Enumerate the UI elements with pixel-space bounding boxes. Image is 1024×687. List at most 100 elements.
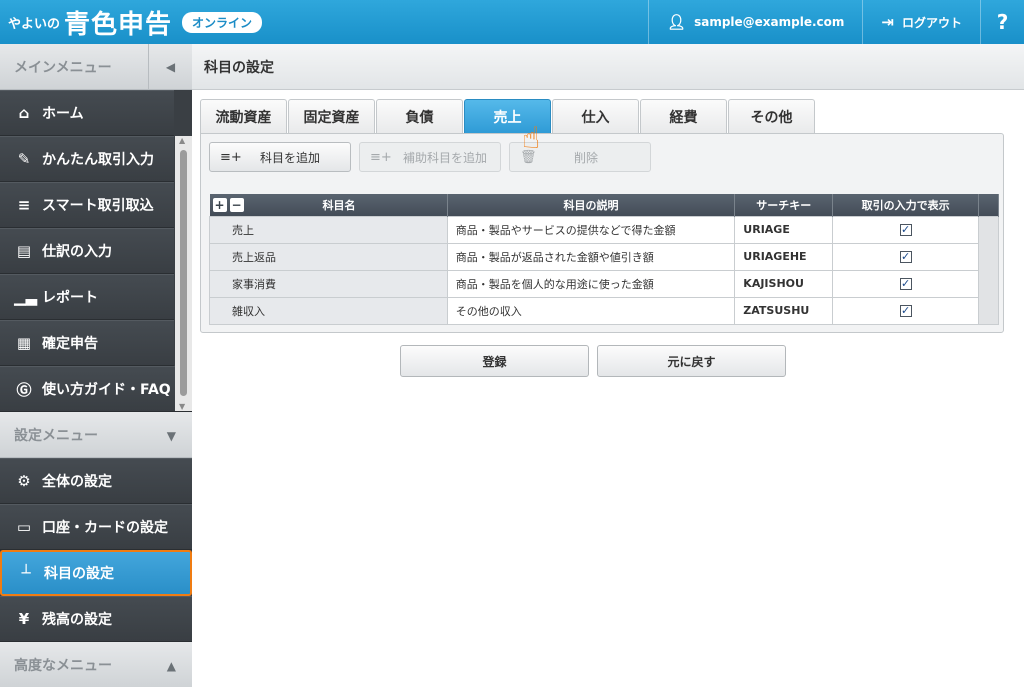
nav-label: 科目の設定: [44, 566, 114, 582]
account-category-tabs: 流動資産 固定資産 負債 売上 仕入 経費 その他: [200, 99, 816, 133]
add-account-button[interactable]: ≡+ 科目を追加: [209, 142, 351, 172]
expand-all-icon[interactable]: +: [212, 197, 227, 212]
nav-account-item-settings[interactable]: ┴ 科目の設定: [0, 550, 192, 596]
sidebar: メインメニュー ◀ ⌂ ホーム ✎ かんたん取引入力 ≡ スマート取引取込 ▤ …: [0, 44, 192, 687]
chevron-down-icon: ▼: [166, 429, 176, 443]
sidebar-scrollbar[interactable]: ▲ ▼: [175, 136, 192, 411]
scrollbar-thumb[interactable]: [180, 150, 187, 396]
table-row[interactable]: 売上返品 商品・製品が返品された金額や値引き額 URIAGEHE ✓: [209, 242, 999, 271]
nav-label: 使い方ガイド・FAQ: [42, 382, 171, 398]
nav-report[interactable]: ▁▃ レポート: [0, 274, 174, 320]
home-icon: ⌂: [18, 104, 30, 122]
search-key: URIAGEHE: [734, 242, 834, 271]
online-badge: オンライン: [182, 11, 263, 33]
collapse-sidebar-button[interactable]: ◀: [148, 44, 192, 90]
nav-guide-faq[interactable]: Ⓖ 使い方ガイド・FAQ: [0, 366, 192, 412]
nav-smart-import[interactable]: ≡ スマート取引取込: [0, 182, 174, 228]
logout-label: ログアウト: [901, 15, 962, 30]
account-table: + − 科目名 科目の説明 サーチキー 取引の入力で表示 売上 商品・製品やサー…: [209, 194, 999, 325]
search-key: ZATSUSHU: [734, 296, 834, 325]
user-icon: 👤︎: [667, 13, 687, 31]
account-desc: 商品・製品を個人的な用途に使った金額: [446, 269, 736, 298]
advanced-menu-label: 高度なメニュー: [14, 657, 112, 674]
account-name: 家事消費: [209, 269, 448, 298]
nav-tax-return[interactable]: ▦ 確定申告: [0, 320, 174, 366]
col-header-name: 科目名: [322, 198, 356, 212]
tab-others[interactable]: その他: [728, 99, 815, 133]
yen-icon: ¥: [18, 610, 30, 628]
table-row[interactable]: 売上 商品・製品やサービスの提供などで得た金額 URIAGE ✓: [209, 215, 999, 325]
user-email: sample@example.com: [694, 15, 845, 29]
chevron-left-icon: ◀: [165, 60, 176, 74]
pencil-icon: ✎: [17, 150, 31, 168]
nav-account-card-settings[interactable]: ▭ 口座・カードの設定: [0, 504, 192, 550]
logo-sub: やよいの: [8, 16, 61, 32]
collapse-all-icon[interactable]: −: [229, 197, 244, 212]
scroll-down-icon[interactable]: ▼: [179, 402, 185, 411]
logout-button[interactable]: ⇥ ログアウト: [862, 0, 980, 44]
nav-label: 仕訳の入力: [42, 244, 112, 260]
add-list-icon: ≡+: [220, 149, 242, 165]
show-in-entry-checkbox[interactable]: ✓: [899, 224, 912, 236]
col-header-search-key: サーチキー: [734, 194, 834, 216]
table-header-row: + − 科目名 科目の説明 サーチキー 取引の入力で表示: [209, 194, 999, 216]
nav-general-settings[interactable]: ⚙ 全体の設定: [0, 458, 192, 504]
card-icon: ▭: [16, 518, 32, 536]
logo-main: 青色申告: [64, 9, 173, 40]
add-sub-account-button[interactable]: ≡+ 補助科目を追加: [359, 142, 501, 172]
tab-panel: ≡+ 科目を追加 ≡+ 補助科目を追加 🗑︎ 削除 + − 科目名 科目の説明 …: [200, 133, 1004, 333]
main-menu-list: ⌂ ホーム ✎ かんたん取引入力 ≡ スマート取引取込 ▤ 仕訳の入力 ▁▃ レ…: [0, 90, 192, 411]
account-name: 雑収入: [209, 296, 448, 325]
tab-current-assets[interactable]: 流動資産: [200, 99, 287, 133]
account-name: 売上: [209, 215, 448, 244]
nav-label: ホーム: [42, 106, 84, 122]
nav-label: かんたん取引入力: [42, 152, 154, 168]
register-button[interactable]: 登録: [400, 345, 589, 377]
main-content: 科目の設定 流動資産 固定資産 負債 売上 仕入 経費 その他 ≡+ 科目を追加…: [192, 44, 1024, 687]
user-account-menu[interactable]: 👤︎ sample@example.com: [648, 0, 862, 44]
tab-purchases[interactable]: 仕入: [552, 99, 639, 133]
table-row[interactable]: 雑収入 その他の収入 ZATSUSHU ✓: [209, 296, 999, 325]
revert-button[interactable]: 元に戻す: [597, 345, 786, 377]
hand-pointer-cursor-icon: ☝: [522, 121, 541, 156]
app-logo[interactable]: やよいの 青色申告 オンライン: [8, 6, 263, 40]
account-desc: 商品・製品が返品された金額や値引き額: [446, 242, 736, 271]
help-icon: ?: [996, 10, 1009, 34]
account-desc: 商品・製品やサービスの提供などで得た金額: [446, 215, 736, 244]
nav-journal-entry[interactable]: ▤ 仕訳の入力: [0, 228, 174, 274]
show-in-entry-checkbox[interactable]: ✓: [899, 251, 912, 263]
add-list-icon: ≡+: [370, 149, 392, 165]
calculator-icon: ▦: [16, 334, 32, 352]
main-menu-label: メインメニュー: [14, 59, 112, 76]
show-in-entry-checkbox[interactable]: ✓: [899, 278, 912, 290]
nav-easy-entry[interactable]: ✎ かんたん取引入力: [0, 136, 174, 182]
nav-balance-settings[interactable]: ¥ 残高の設定: [0, 596, 192, 642]
table-scroll-gutter: [978, 215, 999, 325]
search-key: URIAGE: [734, 215, 834, 244]
advanced-menu-header[interactable]: 高度なメニュー ▲: [0, 642, 192, 687]
help-circle-icon: Ⓖ: [16, 380, 32, 399]
col-header-desc: 科目の説明: [447, 194, 736, 216]
toolbar: ≡+ 科目を追加 ≡+ 補助科目を追加 🗑︎ 削除: [209, 142, 659, 172]
account-name: 売上返品: [209, 242, 448, 271]
table-row[interactable]: 家事消費 商品・製品を個人的な用途に使った金額 KAJISHOU ✓: [209, 269, 999, 298]
main-menu-header[interactable]: メインメニュー ◀: [0, 44, 192, 90]
app-header: やよいの 青色申告 オンライン 👤︎ sample@example.com ⇥ …: [0, 0, 1024, 44]
help-button[interactable]: ?: [980, 0, 1024, 44]
nav-label: スマート取引取込: [42, 198, 154, 214]
journal-icon: ▤: [16, 242, 32, 260]
nav-label: レポート: [42, 290, 98, 306]
form-actions: 登録 元に戻す: [400, 345, 794, 377]
tab-liabilities[interactable]: 負債: [376, 99, 463, 133]
settings-menu-label: 設定メニュー: [14, 427, 98, 444]
account-desc: その他の収入: [446, 296, 736, 325]
nav-home[interactable]: ⌂ ホーム: [0, 90, 174, 136]
chevron-up-icon: ▲: [166, 659, 176, 673]
settings-menu-header[interactable]: 設定メニュー ▼: [0, 412, 192, 458]
settings-doc-icon: ⚙: [17, 472, 31, 490]
tab-fixed-assets[interactable]: 固定資産: [288, 99, 375, 133]
scroll-up-icon[interactable]: ▲: [179, 136, 185, 145]
logout-icon: ⇥: [881, 13, 894, 31]
show-in-entry-checkbox[interactable]: ✓: [899, 305, 912, 317]
tab-expenses[interactable]: 経費: [640, 99, 727, 133]
